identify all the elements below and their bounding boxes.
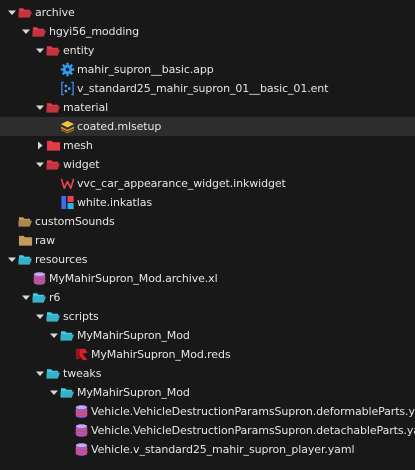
tree-item-label: Vehicle.VehicleDestructionParamsSupron.d…: [91, 424, 415, 437]
chevron-down-icon[interactable]: [48, 383, 60, 402]
cyan-folder-open-icon: [60, 328, 75, 343]
tree-item-vvc-car-appearance-widget-inkwidget[interactable]: vvc_car_appearance_widget.inkwidget: [0, 174, 415, 193]
tree-item-vehicle-vehicledestructionparamssupron-detachableparts-yaml[interactable]: Vehicle.VehicleDestructionParamsSupron.d…: [0, 421, 415, 440]
red-folder-open-icon: [32, 24, 47, 39]
chevron-down-icon[interactable]: [34, 307, 46, 326]
tree-item-mesh[interactable]: mesh: [0, 136, 415, 155]
tree-item-label: MyMahirSupron_Mod: [77, 386, 190, 399]
tree-item-label: vvc_car_appearance_widget.inkwidget: [77, 177, 286, 190]
chevron-down-icon[interactable]: [48, 326, 60, 345]
tree-item-mahir-supron-basic-app[interactable]: mahir_supron__basic.app: [0, 60, 415, 79]
tree-item-label: customSounds: [35, 215, 115, 228]
gear-icon: [60, 62, 75, 77]
tree-item-label: resources: [35, 253, 88, 266]
tree-item-label: coated.mlsetup: [77, 120, 162, 133]
tree-item-vehicle-v-standard25-mahir-supron-player-yaml[interactable]: Vehicle.v_standard25_mahir_supron_player…: [0, 440, 415, 459]
chevron-down-icon[interactable]: [20, 22, 32, 41]
chevron-down-icon[interactable]: [34, 364, 46, 383]
entity-file-icon: [60, 81, 75, 96]
tree-item-vehicle-vehicledestructionparamssupron-deformableparts-yaml[interactable]: Vehicle.VehicleDestructionParamsSupron.d…: [0, 402, 415, 421]
tree-item-mymahirsupron-mod-reds[interactable]: MyMahirSupron_Mod.reds: [0, 345, 415, 364]
archive-xl-icon: [32, 271, 47, 286]
tree-item-label: MyMahirSupron_Mod.reds: [91, 348, 231, 361]
red-folder-closed-icon: [46, 138, 61, 153]
tree-item-label: material: [63, 101, 109, 114]
chevron-down-icon[interactable]: [34, 98, 46, 117]
tree-item-v-standard25-mahir-supron-01-basic-01-ent[interactable]: v_standard25_mahir_supron_01__basic_01.e…: [0, 79, 415, 98]
tree-item-mymahirsupron-mod-archive-xl[interactable]: MyMahirSupron_Mod.archive.xl: [0, 269, 415, 288]
tree-item-widget[interactable]: widget: [0, 155, 415, 174]
tree-item-label: scripts: [63, 310, 99, 323]
tree-item-r6[interactable]: r6: [0, 288, 415, 307]
tree-item-customsounds[interactable]: customSounds: [0, 212, 415, 231]
tree-item-hgyi56-modding[interactable]: hgyi56_modding: [0, 22, 415, 41]
red-folder-open-icon: [46, 100, 61, 115]
redscript-icon: [74, 347, 89, 362]
cyan-folder-open-icon: [46, 309, 61, 324]
yaml-icon: [74, 442, 89, 457]
inkwidget-icon: [60, 176, 75, 191]
folder-open-icon: [18, 214, 33, 229]
cyan-folder-open-icon: [46, 366, 61, 381]
tree-item-label: mesh: [63, 139, 93, 152]
folder-closed-icon: [18, 233, 33, 248]
tree-item-label: raw: [35, 234, 55, 247]
chevron-right-icon[interactable]: [34, 136, 46, 155]
chevron-down-icon[interactable]: [6, 250, 18, 269]
tree-item-raw[interactable]: raw: [0, 231, 415, 250]
chevron-down-icon[interactable]: [34, 155, 46, 174]
tree-item-label: widget: [63, 158, 100, 171]
tree-item-label: r6: [49, 291, 61, 304]
tree-item-label: v_standard25_mahir_supron_01__basic_01.e…: [77, 82, 329, 95]
tree-item-archive[interactable]: archive: [0, 3, 415, 22]
chevron-down-icon[interactable]: [6, 3, 18, 22]
cyan-folder-open-icon: [32, 290, 47, 305]
tree-item-label: Vehicle.v_standard25_mahir_supron_player…: [91, 443, 355, 456]
tree-item-entity[interactable]: entity: [0, 41, 415, 60]
inkatlas-icon: [60, 195, 75, 210]
yaml-icon: [74, 404, 89, 419]
tree-item-label: Vehicle.VehicleDestructionParamsSupron.d…: [91, 405, 415, 418]
tree-item-resources[interactable]: resources: [0, 250, 415, 269]
tree-item-label: white.inkatlas: [77, 196, 152, 209]
tree-item-scripts[interactable]: scripts: [0, 307, 415, 326]
tree-item-label: MyMahirSupron_Mod: [77, 329, 190, 342]
tree-item-mymahirsupron-mod[interactable]: MyMahirSupron_Mod: [0, 326, 415, 345]
chevron-down-icon[interactable]: [20, 288, 32, 307]
tree-item-tweaks[interactable]: tweaks: [0, 364, 415, 383]
red-folder-open-icon: [46, 43, 61, 58]
tree-item-coated-mlsetup[interactable]: coated.mlsetup: [0, 117, 415, 136]
tree-item-label: hgyi56_modding: [49, 25, 140, 38]
file-explorer-tree: archive hgyi56_moddingentity mahir_supron_…: [0, 3, 415, 459]
chevron-down-icon[interactable]: [34, 41, 46, 60]
mlsetup-layers-icon: [60, 119, 75, 134]
red-folder-open-icon: [46, 157, 61, 172]
tree-item-label: MyMahirSupron_Mod.archive.xl: [49, 272, 218, 285]
tree-item-label: mahir_supron__basic.app: [77, 63, 214, 76]
tree-item-material[interactable]: material: [0, 98, 415, 117]
tree-item-label: archive: [35, 6, 75, 19]
tree-item-white-inkatlas[interactable]: white.inkatlas: [0, 193, 415, 212]
tree-item-mymahirsupron-mod[interactable]: MyMahirSupron_Mod: [0, 383, 415, 402]
yaml-icon: [74, 423, 89, 438]
red-folder-open-icon: [18, 5, 33, 20]
cyan-folder-open-icon: [18, 252, 33, 267]
tree-item-label: entity: [63, 44, 95, 57]
tree-item-label: tweaks: [63, 367, 102, 380]
cyan-folder-open-icon: [60, 385, 75, 400]
